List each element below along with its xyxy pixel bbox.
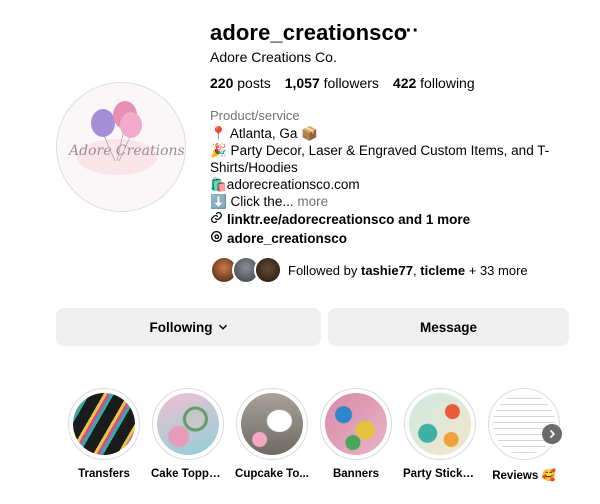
- bio-more-link[interactable]: more: [297, 194, 328, 209]
- posts-stat: 220 posts: [210, 75, 271, 91]
- highlight-ring[interactable]: [320, 388, 392, 460]
- highlight-label: Cake Toppers: [151, 468, 225, 480]
- message-button-label: Message: [419, 319, 478, 335]
- highlight-thumbnail: [493, 393, 555, 455]
- profile-username: adore_creationsco: [210, 20, 408, 45]
- avatar-logo: Adore Creations: [57, 83, 185, 211]
- highlight-label: Cupcake To...: [235, 468, 309, 480]
- highlight-thumbnail: [157, 393, 219, 455]
- message-button[interactable]: Message: [328, 308, 569, 346]
- threads-link[interactable]: adore_creationsco: [210, 230, 347, 246]
- followed-by-text[interactable]: Followed by tashie77, ticleme + 33 more: [288, 263, 528, 278]
- story-highlight[interactable]: Cake Toppers: [151, 388, 225, 480]
- story-highlight[interactable]: Cupcake To...: [235, 388, 309, 480]
- highlight-ring[interactable]: [404, 388, 476, 460]
- link-icon: [210, 211, 223, 227]
- avatar: [254, 256, 282, 284]
- bio-line: Shirts/Hoodies: [210, 160, 298, 175]
- profile-stats: 220 posts 1,057 followers 422 following: [210, 75, 475, 91]
- story-highlight[interactable]: Banners: [319, 388, 393, 480]
- threads-handle[interactable]: adore_creationsco: [227, 231, 347, 246]
- bio-line: ⬇️ Click the... more: [210, 194, 329, 209]
- story-highlight[interactable]: Transfers: [67, 388, 141, 480]
- threads-icon: [210, 230, 223, 246]
- highlight-thumbnail: [325, 393, 387, 455]
- followed-by-user: ticleme: [420, 262, 466, 278]
- bio-line: 🎉 Party Decor, Laser & Engraved Custom I…: [210, 143, 550, 158]
- following-stat[interactable]: 422 following: [393, 75, 475, 91]
- highlight-ring[interactable]: [236, 388, 308, 460]
- profile-link-text[interactable]: linktr.ee/adorecreationsco and 1 more: [227, 212, 470, 227]
- highlight-thumbnail: [409, 393, 471, 455]
- chevron-right-icon[interactable]: [542, 424, 562, 444]
- following-button-label: Following: [149, 319, 213, 335]
- bio-line: 📍 Atlanta, Ga 📦: [210, 126, 318, 141]
- profile-avatar[interactable]: Adore Creations: [56, 82, 186, 212]
- svg-text:Adore Creations: Adore Creations: [67, 143, 185, 159]
- followers-stat[interactable]: 1,057 followers: [285, 75, 379, 91]
- followed-by-user: tashie77: [361, 262, 414, 278]
- chevron-down-icon: [218, 322, 228, 332]
- profile-category: Product/service: [210, 108, 300, 123]
- highlight-label: Reviews 🥰: [492, 470, 556, 482]
- profile-full-name: Adore Creations Co.: [210, 49, 337, 65]
- highlight-label: Banners: [332, 468, 380, 480]
- profile-link[interactable]: linktr.ee/adorecreationsco and 1 more: [210, 211, 470, 227]
- highlight-thumbnail: [73, 393, 135, 455]
- highlight-ring[interactable]: [68, 388, 140, 460]
- followed-by[interactable]: Followed by tashie77, ticleme + 33 more: [210, 256, 528, 284]
- following-button[interactable]: Following: [56, 308, 321, 346]
- profile-bio: 📍 Atlanta, Ga 📦 🎉 Party Decor, Laser & E…: [210, 125, 550, 210]
- highlight-thumbnail: [241, 393, 303, 455]
- highlight-ring[interactable]: [152, 388, 224, 460]
- story-highlight[interactable]: Party Stickers: [403, 388, 477, 480]
- bio-line: 🛍️adorecreationsco.com: [210, 177, 360, 192]
- highlight-label: Transfers: [78, 468, 130, 480]
- ellipsis-icon[interactable]: ···: [399, 20, 419, 43]
- highlight-label: Party Stickers: [403, 468, 477, 480]
